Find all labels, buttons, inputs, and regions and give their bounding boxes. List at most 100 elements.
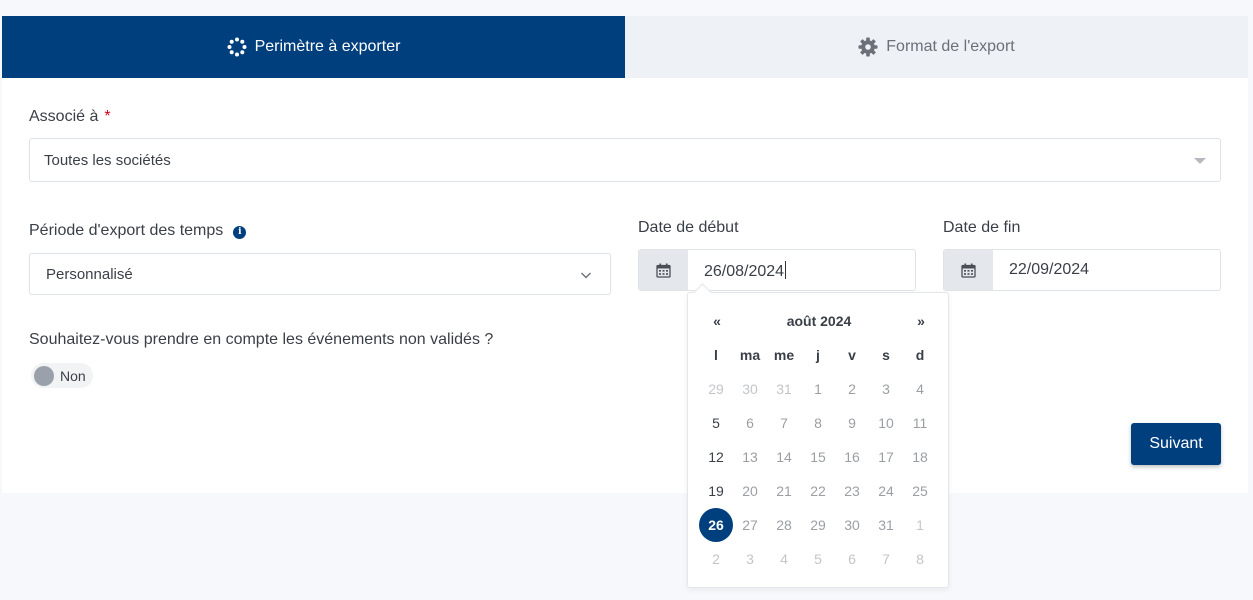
- chevron-down-icon: [580, 268, 592, 286]
- day-number: 5: [814, 551, 822, 567]
- day-cell[interactable]: 27: [733, 508, 767, 542]
- day-number: 1: [916, 517, 924, 533]
- day-number: 7: [882, 551, 890, 567]
- day-number: 4: [780, 551, 788, 567]
- associe-select-value: Toutes les sociétés: [44, 152, 171, 169]
- day-number: 7: [780, 415, 788, 431]
- day-number: 31: [776, 381, 792, 397]
- prev-month-button[interactable]: «: [711, 313, 723, 329]
- calendar-icon[interactable]: [944, 250, 993, 290]
- caret-down-icon: [1194, 158, 1206, 164]
- day-number: 30: [742, 381, 758, 397]
- day-number: 22: [810, 483, 826, 499]
- day-number: 5: [712, 415, 720, 431]
- periode-select-value: Personnalisé: [46, 266, 133, 283]
- day-cell[interactable]: 2: [835, 372, 869, 406]
- day-cell[interactable]: 30: [733, 372, 767, 406]
- day-cell[interactable]: 10: [869, 406, 903, 440]
- day-cell[interactable]: 16: [835, 440, 869, 474]
- day-cell[interactable]: 19: [699, 474, 733, 508]
- day-number: 11: [912, 415, 928, 431]
- day-cell[interactable]: 11: [903, 406, 937, 440]
- associe-select[interactable]: Toutes les sociétés: [29, 138, 1221, 182]
- required-mark: *: [104, 108, 111, 125]
- day-cell[interactable]: 28: [767, 508, 801, 542]
- day-cell[interactable]: 24: [869, 474, 903, 508]
- day-cell[interactable]: 21: [767, 474, 801, 508]
- date-debut-label: Date de début: [638, 219, 739, 236]
- periode-select[interactable]: Personnalisé: [29, 253, 611, 295]
- day-cell[interactable]: 20: [733, 474, 767, 508]
- day-cell[interactable]: 7: [869, 542, 903, 576]
- next-button[interactable]: Suivant: [1131, 423, 1221, 465]
- day-number: 29: [708, 381, 724, 397]
- day-number: 18: [912, 449, 928, 465]
- calendar-icon[interactable]: [639, 250, 688, 290]
- day-cell[interactable]: 17: [869, 440, 903, 474]
- day-number: 2: [848, 381, 856, 397]
- day-cell[interactable]: 8: [903, 542, 937, 576]
- info-icon[interactable]: i: [233, 225, 247, 239]
- day-number: 27: [742, 517, 758, 533]
- day-cell[interactable]: 3: [733, 542, 767, 576]
- day-number: 4: [916, 381, 924, 397]
- day-number: 17: [878, 449, 894, 465]
- associe-label: Associé à *: [29, 108, 111, 126]
- day-number: 26: [708, 517, 724, 533]
- day-cell[interactable]: 25: [903, 474, 937, 508]
- day-cell[interactable]: 2: [699, 542, 733, 576]
- text-cursor: [785, 261, 787, 279]
- next-month-button[interactable]: »: [915, 313, 927, 329]
- day-cell[interactable]: 18: [903, 440, 937, 474]
- day-cell[interactable]: 15: [801, 440, 835, 474]
- day-cell[interactable]: 6: [835, 542, 869, 576]
- day-cell[interactable]: 31: [869, 508, 903, 542]
- day-cell[interactable]: 13: [733, 440, 767, 474]
- day-cell[interactable]: 29: [801, 508, 835, 542]
- day-cell[interactable]: 3: [869, 372, 903, 406]
- day-cell[interactable]: 7: [767, 406, 801, 440]
- periode-label-text: Période d'export des temps: [29, 222, 224, 239]
- day-cell[interactable]: 9: [835, 406, 869, 440]
- day-number: 12: [708, 449, 724, 465]
- date-fin-label: Date de fin: [943, 219, 1021, 236]
- day-number: 2: [712, 551, 720, 567]
- day-cell[interactable]: 29: [699, 372, 733, 406]
- day-cell[interactable]: 4: [767, 542, 801, 576]
- weekday-header: s: [882, 347, 890, 363]
- datepicker-grid: l ma me j v s d 29 30 31 1 2 3 4 5 6 7 8 9 10 11 12 13 14 15 16 17…: [699, 338, 937, 576]
- day-cell[interactable]: 14: [767, 440, 801, 474]
- day-cell[interactable]: 6: [733, 406, 767, 440]
- day-cell[interactable]: 23: [835, 474, 869, 508]
- spinner-dots-icon: [227, 37, 247, 57]
- date-fin-field[interactable]: 22/09/2024: [943, 249, 1221, 291]
- day-cell[interactable]: 22: [801, 474, 835, 508]
- day-cell[interactable]: 8: [801, 406, 835, 440]
- datepicker-month-title[interactable]: août 2024: [739, 313, 899, 329]
- export-panel: Perimètre à exporter Format de l'export: [2, 16, 1248, 493]
- tab-format-label: Format de l'export: [886, 38, 1015, 55]
- date-debut-field[interactable]: 26/08/2024: [638, 249, 916, 291]
- day-number: 6: [746, 415, 754, 431]
- day-cell[interactable]: 1: [801, 372, 835, 406]
- day-cell[interactable]: 5: [801, 542, 835, 576]
- day-number: 24: [878, 483, 894, 499]
- periode-label: Période d'export des temps i: [29, 222, 247, 240]
- weekday-header: d: [915, 347, 925, 363]
- day-cell[interactable]: 5: [699, 406, 733, 440]
- day-cell[interactable]: 1: [903, 508, 937, 542]
- day-cell[interactable]: 31: [767, 372, 801, 406]
- day-cell[interactable]: 4: [903, 372, 937, 406]
- day-cell[interactable]: 30: [835, 508, 869, 542]
- day-number: 10: [878, 415, 894, 431]
- day-cell-selected[interactable]: 26: [699, 508, 733, 542]
- evenements-toggle[interactable]: Non: [31, 363, 93, 388]
- day-number: 8: [814, 415, 822, 431]
- tab-format[interactable]: Format de l'export: [625, 16, 1248, 78]
- day-cell[interactable]: 12: [699, 440, 733, 474]
- gear-icon: [858, 37, 878, 57]
- tab-perimeter[interactable]: Perimètre à exporter: [2, 16, 625, 78]
- date-fin-value: 22/09/2024: [1009, 261, 1090, 278]
- day-number: 21: [776, 483, 792, 499]
- day-number: 19: [708, 483, 724, 499]
